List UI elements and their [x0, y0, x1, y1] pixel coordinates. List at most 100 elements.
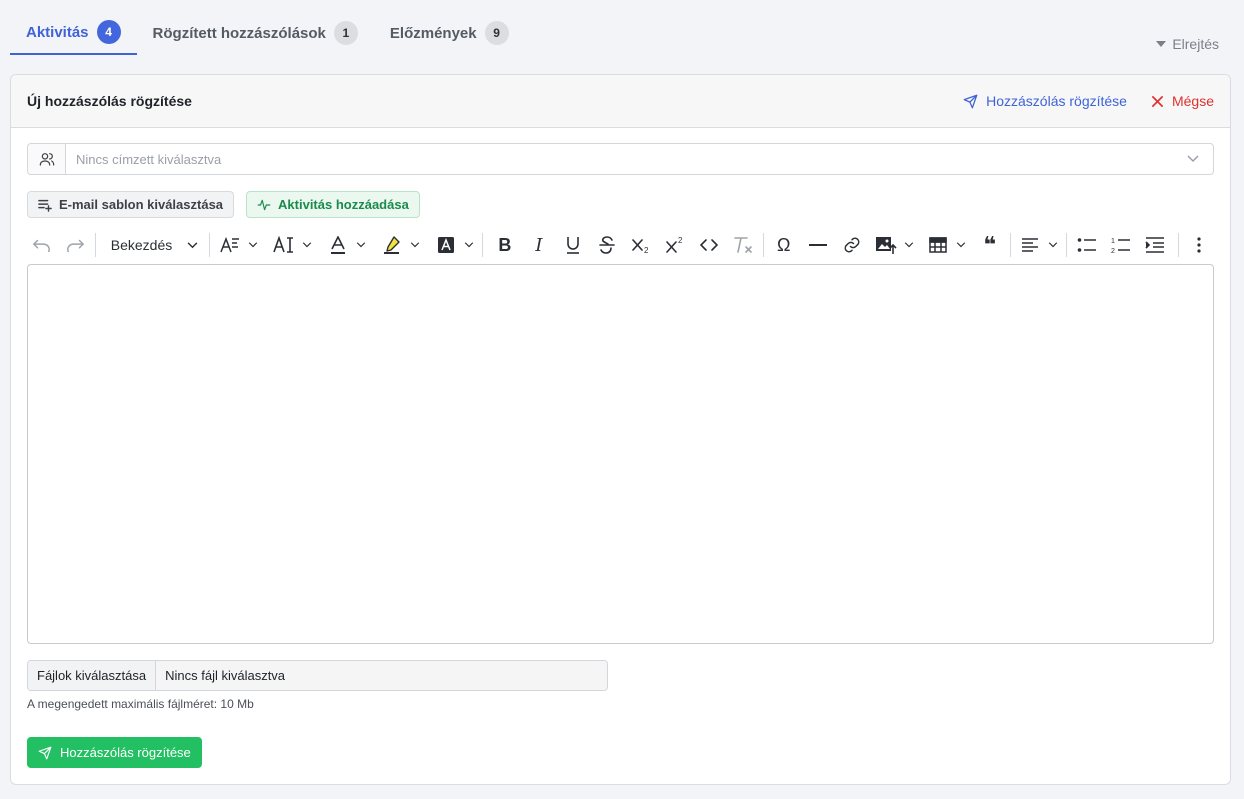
toolbar-divider: [95, 233, 96, 257]
special-char-icon[interactable]: Ω: [769, 230, 799, 260]
send-icon: [38, 746, 52, 759]
count-badge: 4: [96, 20, 121, 44]
tab-label: Aktivitás: [26, 23, 89, 41]
redo-icon[interactable]: [60, 230, 90, 260]
image-upload-icon: [871, 230, 901, 260]
file-input[interactable]: Fájlok kiválasztása Nincs fájl kiválaszt…: [27, 660, 608, 691]
new-comment-card: Új hozzászólás rögzítése Hozzászólás rög…: [10, 74, 1231, 785]
tab-label: Rögzített hozzászólások: [152, 24, 326, 42]
blockquote-icon[interactable]: ❝: [975, 230, 1005, 260]
table-dropdown[interactable]: [923, 230, 969, 260]
svg-text:2: 2: [1111, 248, 1115, 254]
toolbar-divider: [209, 233, 211, 257]
underline-icon[interactable]: [558, 230, 588, 260]
cancel-button[interactable]: Mégse: [1151, 93, 1214, 109]
hide-link[interactable]: Elrejtés: [1156, 36, 1219, 52]
caret-down-icon: [1156, 41, 1167, 47]
font-family-icon: [269, 230, 299, 260]
highlight-icon: [377, 230, 407, 260]
chevron-down-icon: [901, 242, 917, 248]
add-activity-button[interactable]: Aktivitás hozzáadása: [246, 191, 420, 218]
link-icon[interactable]: [837, 230, 867, 260]
chevron-down-icon: [245, 242, 261, 248]
code-icon[interactable]: [694, 230, 724, 260]
svg-text:2: 2: [678, 236, 683, 245]
background-color-icon: [431, 230, 461, 260]
toolbar-divider: [1009, 233, 1011, 257]
submit-comment-header-button[interactable]: Hozzászólás rögzítése: [963, 93, 1127, 109]
chevron-down-icon: [353, 242, 369, 248]
toolbar-divider: [762, 233, 764, 257]
italic-icon[interactable]: I: [524, 230, 554, 260]
card-header: Új hozzászólás rögzítése Hozzászólás rög…: [11, 75, 1230, 128]
more-icon[interactable]: [1184, 230, 1214, 260]
chevron-down-icon: [1173, 144, 1213, 174]
submit-label: Hozzászólás rögzítése: [60, 745, 191, 760]
submit-header-label: Hozzászólás rögzítése: [986, 93, 1127, 109]
toolbar-divider: [1178, 233, 1179, 257]
bold-icon[interactable]: B: [490, 230, 520, 260]
font-color-dropdown[interactable]: [323, 230, 369, 260]
email-template-label: E-mail sablon kiválasztása: [59, 197, 224, 212]
choose-files-button[interactable]: Fájlok kiválasztása: [28, 661, 157, 690]
tab-activity[interactable]: Aktivitás 4: [10, 14, 137, 55]
table-icon: [923, 230, 953, 260]
count-badge: 1: [333, 21, 358, 45]
align-icon: [1015, 230, 1045, 260]
hide-link-label: Elrejtés: [1172, 36, 1219, 52]
paragraph-label: Bekezdés: [110, 237, 173, 253]
recipient-select[interactable]: Nincs címzett kiválasztva: [27, 143, 1214, 175]
chevron-down-icon: [1045, 242, 1061, 248]
font-color-icon: [323, 230, 353, 260]
tab-recorded-comments[interactable]: Rögzített hozzászólások 1: [137, 14, 374, 52]
svg-text:1: 1: [1111, 238, 1115, 245]
highlight-dropdown[interactable]: [377, 230, 423, 260]
add-activity-label: Aktivitás hozzáadása: [278, 197, 409, 212]
close-icon: [1151, 95, 1163, 107]
activity-icon: [257, 199, 271, 210]
count-badge: 9: [484, 21, 509, 45]
numbered-list-icon[interactable]: 12: [1106, 230, 1136, 260]
horizontal-line-icon[interactable]: [803, 230, 833, 260]
rich-text-editor[interactable]: [27, 264, 1214, 644]
align-dropdown[interactable]: [1015, 230, 1061, 260]
action-buttons: E-mail sablon kiválasztása Aktivitás hoz…: [27, 191, 420, 218]
file-size-hint: A megengedett maximális fájlméret: 10 Mb: [27, 697, 254, 711]
tab-label: Előzmények: [389, 24, 477, 42]
strikethrough-icon[interactable]: [592, 230, 622, 260]
recipient-input[interactable]: Nincs címzett kiválasztva: [66, 144, 1173, 174]
file-status: Nincs fájl kiválasztva: [156, 661, 607, 690]
chevron-down-icon: [299, 242, 315, 248]
header-actions: Hozzászólás rögzítése Mégse: [963, 93, 1214, 109]
chevron-down-icon: [407, 242, 423, 248]
bullet-list-icon[interactable]: [1072, 230, 1102, 260]
paragraph-format-dropdown[interactable]: Bekezdés: [101, 230, 205, 260]
send-icon: [963, 94, 978, 108]
image-upload-dropdown[interactable]: [871, 230, 917, 260]
subscript-icon[interactable]: 2: [626, 230, 656, 260]
font-size-dropdown[interactable]: [215, 230, 261, 260]
indent-icon[interactable]: [1140, 230, 1170, 260]
chevron-down-icon: [461, 242, 477, 248]
background-color-dropdown[interactable]: [431, 230, 477, 260]
card-title: Új hozzászólás rögzítése: [27, 93, 192, 109]
page: Aktivitás 4 Rögzített hozzászólások 1 El…: [0, 0, 1244, 799]
font-size-icon: [215, 230, 245, 260]
playlist-add-icon: [38, 199, 52, 212]
superscript-icon[interactable]: 2: [660, 230, 690, 260]
font-family-dropdown[interactable]: [269, 230, 315, 260]
undo-icon[interactable]: [27, 230, 57, 260]
email-template-button[interactable]: E-mail sablon kiválasztása: [27, 191, 235, 218]
svg-text:2: 2: [644, 246, 649, 254]
chevron-down-icon: [188, 241, 198, 248]
toolbar-divider: [482, 233, 483, 257]
chevron-down-icon: [953, 242, 969, 248]
remove-format-icon[interactable]: [728, 230, 758, 260]
tab-history[interactable]: Előzmények 9: [374, 14, 525, 52]
editor-toolbar: Bekezdés B I 2 2 Ω ❝ 1 2: [27, 227, 1214, 263]
users-icon: [28, 144, 66, 174]
toolbar-divider: [1066, 233, 1068, 257]
submit-comment-button[interactable]: Hozzászólás rögzítése: [27, 737, 202, 768]
cancel-label: Mégse: [1171, 93, 1214, 109]
tab-bar: Aktivitás 4 Rögzített hozzászólások 1 El…: [10, 14, 525, 55]
